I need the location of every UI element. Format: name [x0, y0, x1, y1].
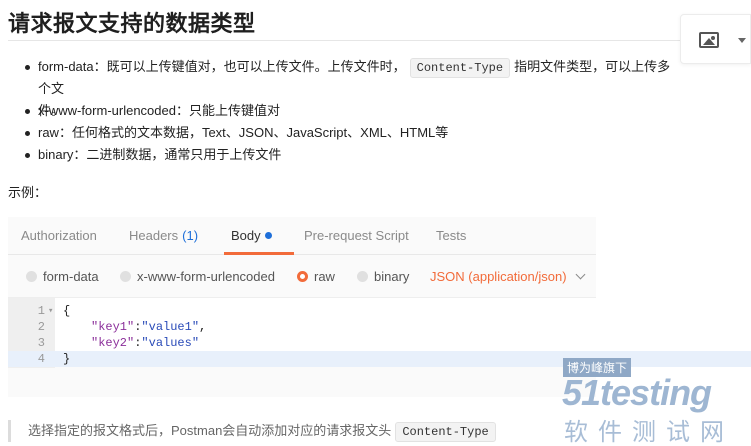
json-editor[interactable]: 1 ▾ { 2 "key1":"value1", 3 "key2":"value… — [8, 297, 751, 368]
json-comma: , — [199, 320, 207, 334]
image-toolbar-button[interactable] — [680, 14, 751, 64]
body-type-selector: form-data x-www-form-urlencoded raw bina… — [8, 255, 596, 297]
chevron-down-icon — [575, 269, 586, 280]
list-item-urlencoded: x-www-form-urlencoded：只能上传键值对 — [22, 100, 682, 122]
radio-label: form-data — [43, 269, 99, 284]
tab-headers[interactable]: Headers (1) — [129, 228, 198, 243]
tab-body-label: Body — [231, 228, 261, 243]
radio-raw[interactable]: raw — [297, 269, 335, 284]
code-text: { — [63, 304, 71, 318]
radio-circle-icon — [120, 271, 131, 282]
list-item-raw: raw：任何格式的文本数据，Text、JSON、JavaScript、XML、H… — [22, 122, 682, 144]
tab-authorization[interactable]: Authorization — [21, 228, 97, 243]
tab-tests[interactable]: Tests — [436, 228, 466, 243]
watermark-brand: 51testing — [562, 372, 712, 413]
line-number: 4 — [37, 352, 45, 366]
postman-screenshot: Authorization Headers (1) Body Pre-reques… — [8, 217, 751, 397]
blockquote-note: 选择指定的报文格式后，Postman会自动添加对应的请求报文头 Content-T… — [8, 420, 568, 442]
list-item-binary: binary：二进制数据，通常只用于上传文件 — [22, 144, 682, 166]
watermark-logo: 博为峰旗下 51testing 软件测试网 — [560, 356, 751, 446]
note-text: 选择指定的报文格式后，Postman会自动添加对应的请求报文头 — [28, 423, 392, 438]
inline-code: Content-Type — [395, 422, 496, 442]
tab-body[interactable]: Body — [231, 228, 272, 243]
image-icon — [699, 32, 719, 48]
tab-headers-label: Headers — [129, 228, 179, 243]
radio-form-data[interactable]: form-data — [26, 269, 99, 284]
line-number: 2 — [37, 320, 45, 334]
radio-circle-icon — [357, 271, 368, 282]
request-tabs: Authorization Headers (1) Body Pre-reques… — [8, 217, 596, 255]
list-item-text: raw：任何格式的文本数据，Text、JSON、JavaScript、XML、H… — [38, 125, 449, 140]
code-text: } — [63, 352, 71, 366]
headers-count-badge: (1) — [182, 228, 199, 243]
heading-divider — [8, 40, 751, 41]
radio-label: raw — [314, 269, 335, 284]
content-type-label: JSON (application/json) — [430, 269, 567, 284]
code-line: 2 "key1":"value1", — [8, 319, 596, 335]
radio-binary[interactable]: binary — [357, 269, 409, 284]
watermark-cn: 软件测试网 — [564, 419, 734, 446]
line-number: 1 — [37, 304, 45, 318]
code-text: "key2":"values" — [91, 335, 199, 351]
json-value: "value1" — [141, 320, 200, 334]
page-heading: 请求报文支持的数据类型 — [8, 11, 256, 36]
radio-circle-icon — [26, 271, 37, 282]
radio-urlencoded[interactable]: x-www-form-urlencoded — [120, 269, 275, 284]
tab-prerequest-script[interactable]: Pre-request Script — [304, 228, 409, 243]
data-type-list: form-data：既可以上传键值对，也可以上传文件。上传文件时， Content… — [22, 56, 682, 166]
line-number: 3 — [37, 336, 45, 350]
fold-arrow-icon[interactable]: ▾ — [48, 303, 54, 319]
json-value: "values" — [141, 336, 200, 350]
example-label: 示例： — [8, 185, 48, 200]
content-type-dropdown[interactable]: JSON (application/json) — [430, 269, 586, 284]
inline-code: Content-Type — [409, 58, 511, 78]
list-item-form-data: form-data：既可以上传键值对，也可以上传文件。上传文件时， Content… — [22, 56, 682, 118]
code-text: "key1":"value1", — [91, 319, 206, 335]
code-line: 3 "key2":"values" — [8, 335, 596, 351]
list-item-text: x-www-form-urlencoded：只能上传键值对 — [38, 103, 280, 118]
code-line: 1 ▾ { — [8, 303, 596, 319]
json-key: "key2" — [91, 336, 135, 350]
list-item-text: form-data：既可以上传键值对，也可以上传文件。上传文件时， — [38, 59, 406, 74]
body-active-dot — [264, 232, 272, 239]
radio-label: x-www-form-urlencoded — [137, 269, 275, 284]
radio-selected-icon — [297, 271, 308, 282]
chevron-down-icon[interactable] — [738, 38, 746, 43]
radio-label: binary — [374, 269, 410, 284]
json-key: "key1" — [91, 320, 135, 334]
list-item-text: binary：二进制数据，通常只用于上传文件 — [38, 147, 282, 162]
